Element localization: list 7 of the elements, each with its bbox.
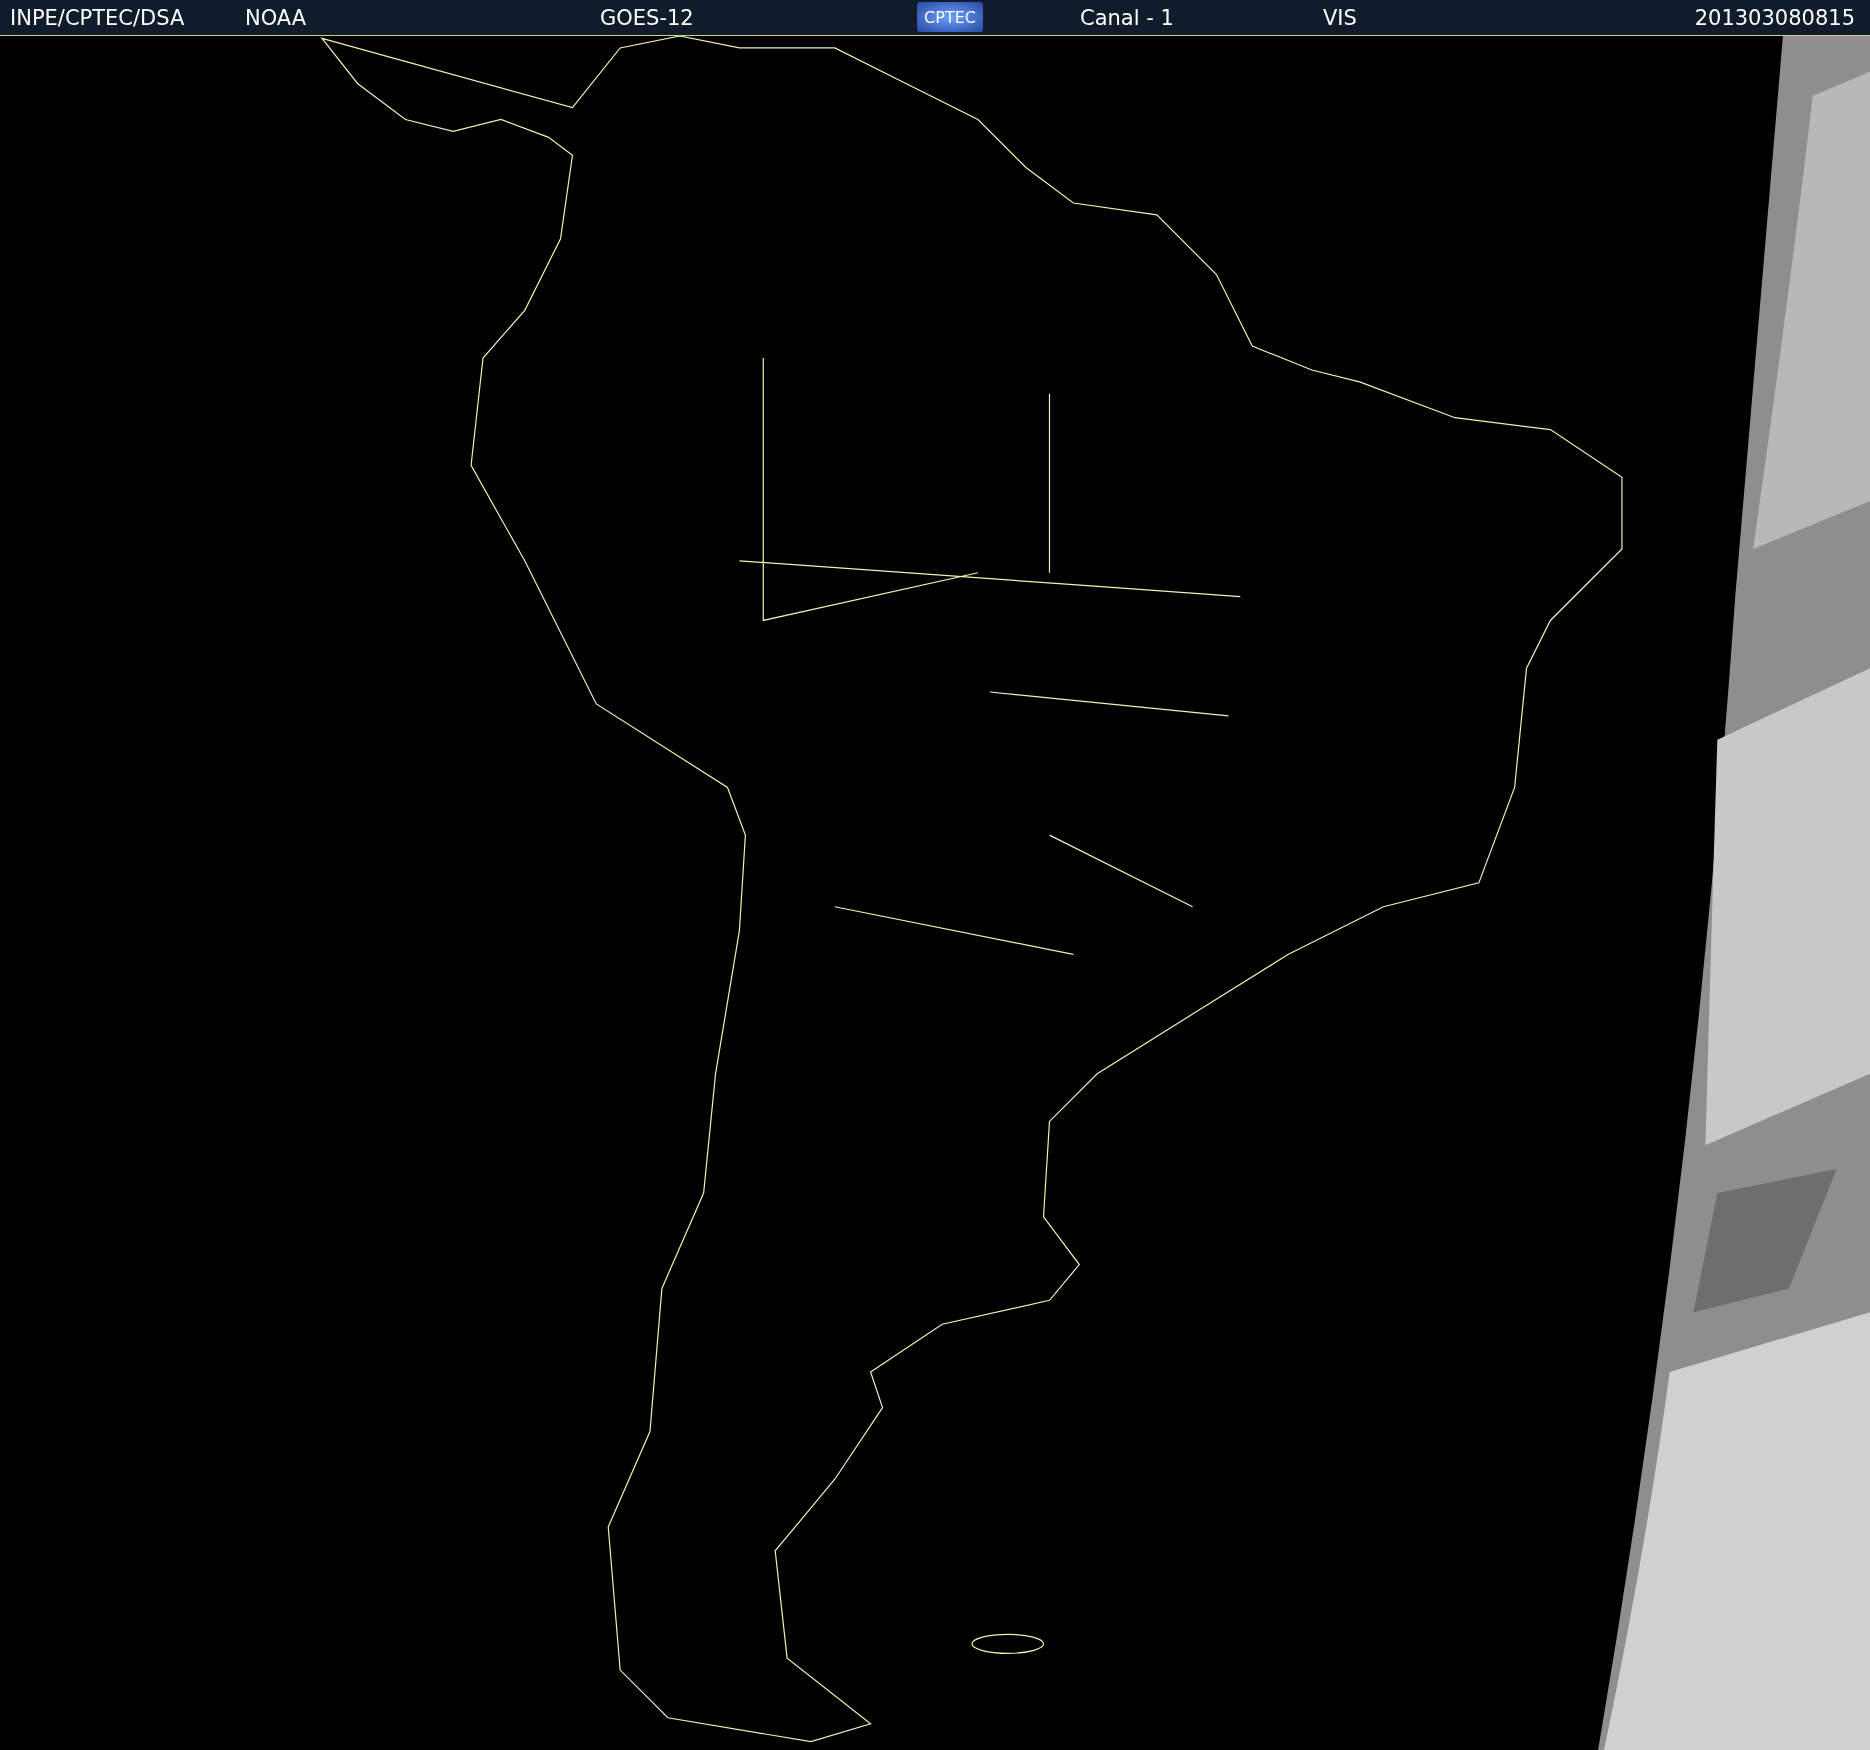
header-label: VIS (1323, 5, 1357, 30)
logo-badge: CPTEC (917, 2, 983, 32)
header-label: Canal - 1 (1080, 5, 1174, 30)
header-label: GOES-12 (600, 5, 694, 30)
header-label: INPE/CPTEC/DSA (10, 5, 185, 30)
header-label: 201303080815 (1694, 5, 1855, 30)
header-label: NOAA (245, 5, 307, 30)
